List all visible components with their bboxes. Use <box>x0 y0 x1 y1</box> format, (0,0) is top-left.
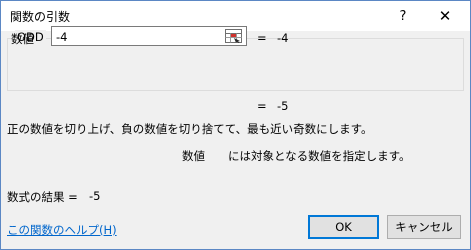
dialog-title: 関数の引数 <box>10 10 71 24</box>
argument-label: 数値 <box>11 32 34 46</box>
formula-result-value: -5 <box>89 189 101 203</box>
help-button[interactable]: ? <box>386 4 420 28</box>
argument-equals: = <box>257 31 267 45</box>
result-equals: = <box>257 99 267 113</box>
argument-evaluated-value: -4 <box>277 31 289 45</box>
argument-help-name: 数値 <box>182 149 205 163</box>
close-button[interactable]: ✕ <box>428 4 462 28</box>
function-help-link[interactable]: この関数のヘルプ(H) <box>7 222 117 238</box>
cancel-button[interactable]: キャンセル <box>387 215 461 239</box>
formula-result-label: 数式の結果 = <box>7 190 78 204</box>
ok-button[interactable]: OK <box>308 215 379 239</box>
function-result: -5 <box>277 99 289 113</box>
range-select-icon[interactable] <box>222 27 245 45</box>
argument-help-text: には対象となる数値を指定します。 <box>228 149 411 163</box>
argument-input[interactable] <box>51 26 247 46</box>
function-description: 正の数値を切り上げ、負の数値を切り捨てて、最も近い奇数にします。 <box>7 122 373 136</box>
function-arguments-dialog: 関数の引数 ? ✕ ODD 数値 = -4 = -5 正の数値を切り上げ、負の数… <box>0 0 471 250</box>
